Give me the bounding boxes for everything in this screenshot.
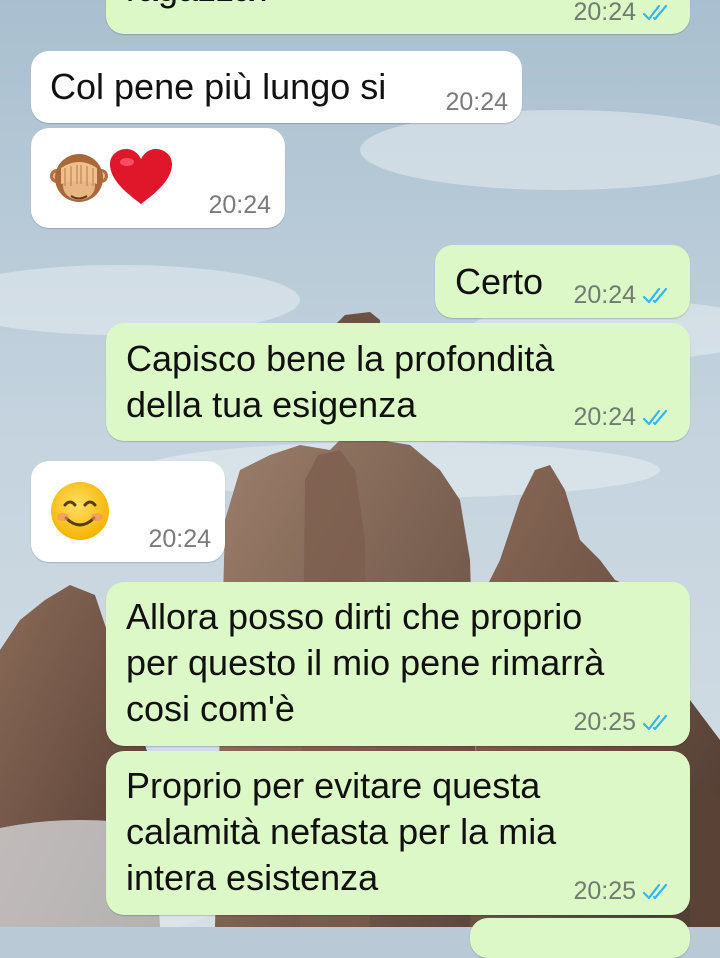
- message-time: 20:24: [573, 0, 636, 26]
- read-ticks-icon: [642, 5, 668, 21]
- red-heart-icon: [110, 149, 172, 204]
- message-line: Allora posso dirti che proprio: [126, 596, 583, 637]
- message-meta: 20:24: [573, 0, 672, 26]
- message-line: cosi com'è: [126, 688, 295, 729]
- message-time: 20:24: [445, 88, 508, 116]
- message-meta: 20:24: [573, 281, 672, 309]
- message-bubble-outgoing[interactable]: Capisco bene la profondità della tua esi…: [106, 323, 690, 441]
- message-time: 20:24: [208, 191, 271, 219]
- message-line: Capisco bene la profondità: [126, 338, 555, 379]
- message-line: calamità nefasta per la mia: [126, 811, 557, 852]
- read-ticks-icon: [642, 715, 668, 731]
- read-ticks-icon: [642, 410, 668, 426]
- message-bubble-incoming[interactable]: 20:24: [31, 128, 285, 228]
- message-bubble-incoming[interactable]: 20:24: [31, 461, 225, 562]
- message-text: ragazza?: [126, 0, 274, 12]
- see-no-evil-monkey-icon: [50, 154, 108, 202]
- message-bubble-outgoing[interactable]: ragazza? 20:24: [106, 0, 690, 34]
- message-bubble-incoming[interactable]: Col pene più lungo si 20:24: [31, 51, 522, 123]
- message-time: 20:25: [573, 708, 636, 736]
- message-line: intera esistenza: [126, 857, 379, 898]
- smiling-face-icon: [51, 482, 109, 540]
- read-ticks-icon: [642, 884, 668, 900]
- message-bubble-outgoing[interactable]: Certo 20:24: [435, 245, 690, 318]
- message-time: 20:24: [573, 281, 636, 309]
- message-line: della tua esigenza: [126, 384, 417, 425]
- message-time: 20:24: [148, 525, 211, 553]
- message-meta: 20:25: [573, 708, 672, 736]
- message-time: 20:25: [573, 877, 636, 905]
- message-meta: 20:24: [573, 403, 672, 431]
- message-text: Col pene più lungo si: [50, 66, 387, 107]
- message-bubble-outgoing[interactable]: Proprio per evitare questa calamità nefa…: [106, 751, 690, 915]
- message-bubble-outgoing[interactable]: [470, 918, 690, 958]
- message-bubble-outgoing[interactable]: Allora posso dirti che proprio per quest…: [106, 582, 690, 746]
- message-meta: 20:25: [573, 877, 672, 905]
- message-time: 20:24: [573, 403, 636, 431]
- message-line: Proprio per evitare questa: [126, 765, 541, 806]
- message-line: per questo il mio pene rimarrà: [126, 642, 605, 683]
- message-text: Certo: [455, 261, 544, 302]
- read-ticks-icon: [642, 288, 668, 304]
